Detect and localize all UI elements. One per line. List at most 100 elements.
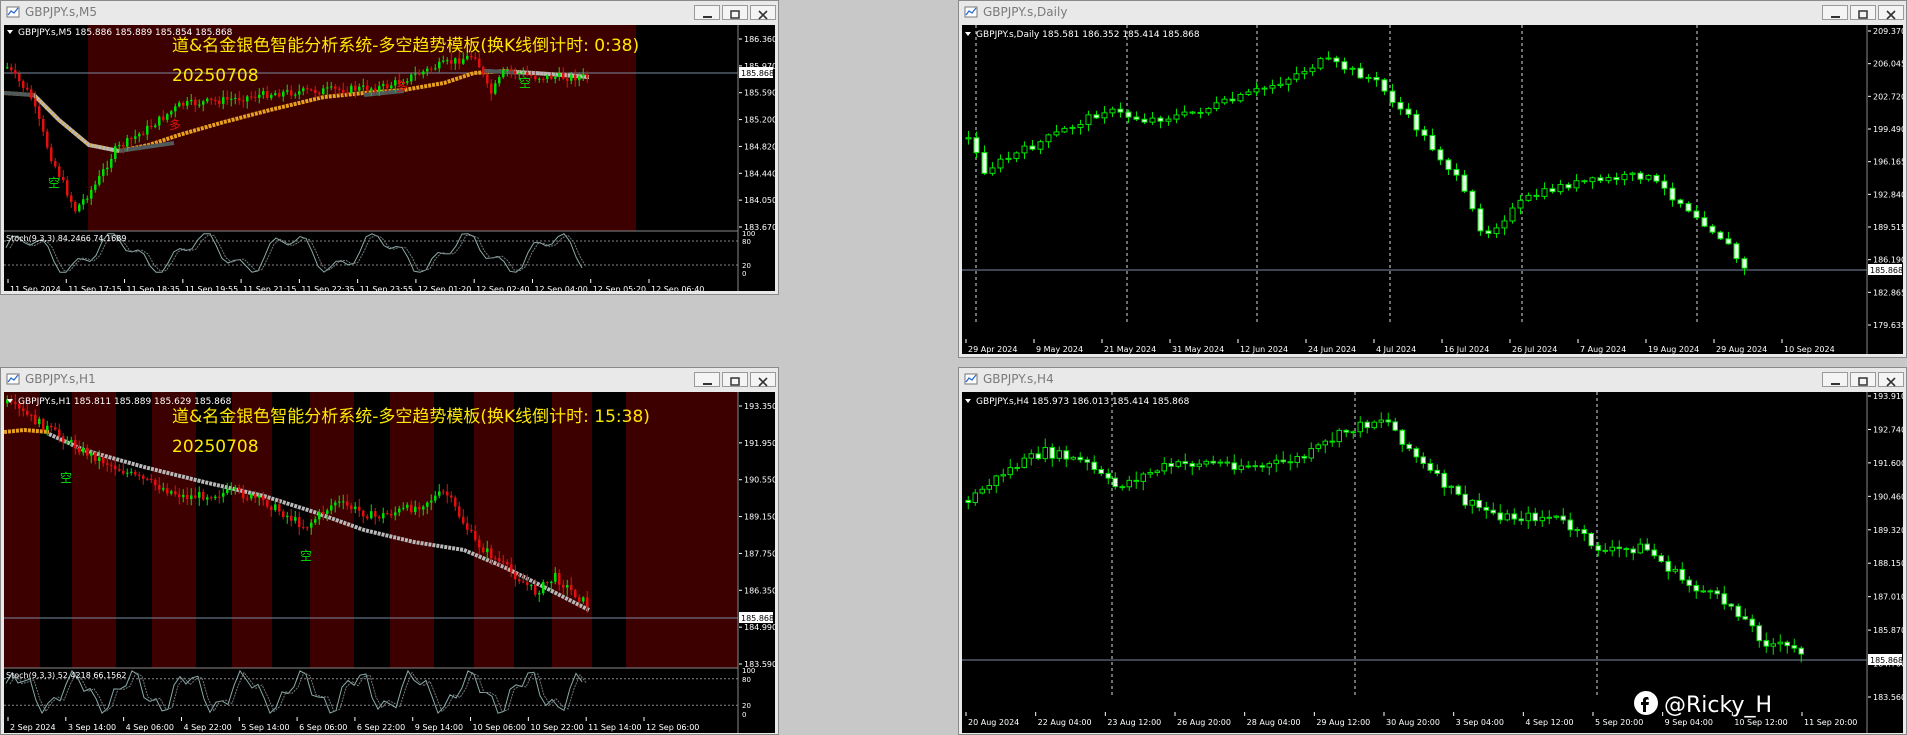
candle-body [214,99,217,101]
candle-body [86,198,89,200]
candle-body [362,510,365,517]
candle-body [1665,560,1671,572]
minimize-button[interactable] [694,372,720,387]
candle-body [354,506,357,510]
candle-body [182,494,185,498]
candle-body [438,491,441,496]
restore-button[interactable] [1850,372,1876,387]
restore-icon [1858,377,1868,386]
candle-body [1605,176,1612,182]
close-button[interactable] [1878,5,1904,20]
candle-body [270,506,273,511]
price-chart-area[interactable]: GBPJPY.s,H4 185.973 186.013 185.414 185.… [962,392,1903,733]
watermark-text: @Ricky_H [1664,693,1772,718]
candle-body [410,74,413,82]
price-chart-area[interactable]: Stoch(9,3,3) 52.4218 66.1562 100 80 20 0 GBP… [4,392,775,733]
chart-canvas[interactable]: GBPJPY.s,Daily 185.581 186.352 185.414 1… [962,25,1903,354]
time-axis[interactable]: 2 Sep 2024 3 Sep 14:00 4 Sep 06:00 4 Sep 22… [7,717,699,732]
candle-body [270,94,273,99]
candle-body [1749,618,1755,627]
candle-body [314,89,317,93]
candle-body [1645,174,1652,180]
candle-body [1175,461,1181,467]
chart-window-h4[interactable]: GBPJPY.s,H4 GBPJPY.s,H4 185.973 186.013 … [958,367,1907,735]
time-axis[interactable]: 29 Apr 2024 9 May 2024 21 May 2024 31 May 2… [965,339,1835,354]
price-chart-area[interactable]: GBPJPY.s,Daily 185.581 186.352 185.414 1… [962,25,1903,354]
candle-body [1063,450,1069,460]
chart-window-icon [964,373,978,385]
candle-body [578,76,581,81]
price-axis[interactable]: 186.360185.970185.590185.200184.820184.4… [739,35,775,232]
price-tick-label: 191.600 [1873,459,1903,468]
candle-body [1213,102,1220,110]
chart-window-h1[interactable]: GBPJPY.s,H1 Stoch(9,3,3) 52.4218 66.1562… [0,367,779,735]
trend-background-band [116,392,152,668]
chart-canvas[interactable]: Stoch(9,3,3) 84.2466 74.1689 10080200 GBP… [4,25,775,291]
minimize-button[interactable] [1822,372,1848,387]
chart-window-daily[interactable]: GBPJPY.s,Daily GBPJPY.s,Daily 185.581 18… [958,0,1907,358]
candle-body [94,184,97,190]
restore-button[interactable] [1850,5,1876,20]
trend-background-band [232,392,272,668]
candle-body [574,74,577,81]
candle-body [202,101,205,105]
candle-body [550,581,553,584]
price-axis[interactable]: 209.370 206.045 202.720 199.490 196.165 192.8… [1868,27,1903,330]
restore-button[interactable] [722,5,748,20]
candle-body [1469,190,1476,210]
time-tick-label: 10 Sep 22:00 [530,723,583,732]
candle-body [262,495,265,501]
close-button[interactable] [750,5,776,20]
candle-body [1497,512,1503,521]
candle-body [514,71,517,74]
close-icon [758,10,768,20]
candle-body [466,55,469,60]
candle-body [1365,76,1372,79]
candle-body [510,69,513,72]
candle-body [314,519,317,523]
candle-body [206,98,209,102]
candle-body [1602,549,1608,552]
chart-canvas[interactable]: GBPJPY.s,H4 185.973 186.013 185.414 185.… [962,392,1903,733]
candle-body [478,58,481,68]
collapse-arrow-icon[interactable] [965,32,971,36]
candle-body [554,572,557,582]
candle-body [1493,227,1500,234]
window-titlebar[interactable]: GBPJPY.s,Daily [959,1,1906,23]
candle-body [258,94,261,98]
candle-body [1045,134,1052,143]
candle-body [1651,549,1657,557]
window-title: GBPJPY.s,M5 [25,5,98,19]
close-button[interactable] [1878,372,1904,387]
minimize-button[interactable] [694,5,720,20]
price-axis[interactable]: 193.350 191.950 190.550 189.150 187.750 186.3… [739,402,775,669]
candle-body [354,85,357,91]
candle-body [1021,145,1028,154]
window-title: GBPJPY.s,Daily [983,5,1068,19]
candle-body [482,547,485,553]
time-axis[interactable]: 11 Sep 2024 11 Sep 17:15 11 Sep 18:35 11 Se… [7,279,704,291]
candle-body [1141,118,1148,123]
minimize-button[interactable] [1822,5,1848,20]
window-titlebar[interactable]: GBPJPY.s,H1 [1,368,778,390]
candle-body [422,71,425,75]
candle-body [82,199,85,205]
candle-body [238,487,241,490]
candle-body [1777,641,1783,645]
time-tick-label: 29 Aug 2024 [1716,345,1767,354]
candle-body [186,101,189,106]
window-titlebar[interactable]: GBPJPY.s,M5 [1,1,778,23]
candle-body [1557,184,1564,193]
candle-body [1420,456,1426,465]
chart-canvas[interactable]: Stoch(9,3,3) 52.4218 66.1562 10080200 GBP… [4,392,775,733]
chart-window-m5[interactable]: GBPJPY.s,M5 Stoch(9,3,3) 84.2466 74.1689… [0,0,779,295]
window-titlebar[interactable]: GBPJPY.s,H4 [959,368,1906,390]
restore-button[interactable] [722,372,748,387]
candle-body [306,88,309,90]
candle-body [14,70,17,74]
candle-body [1273,459,1279,465]
time-tick-label: 10 Sep 12:00 [1734,718,1787,727]
price-chart-area[interactable]: Stoch(9,3,3) 84.2466 74.1689 100 80 20 0 GBP… [4,25,775,291]
close-button[interactable] [750,372,776,387]
collapse-arrow-icon[interactable] [965,399,971,403]
